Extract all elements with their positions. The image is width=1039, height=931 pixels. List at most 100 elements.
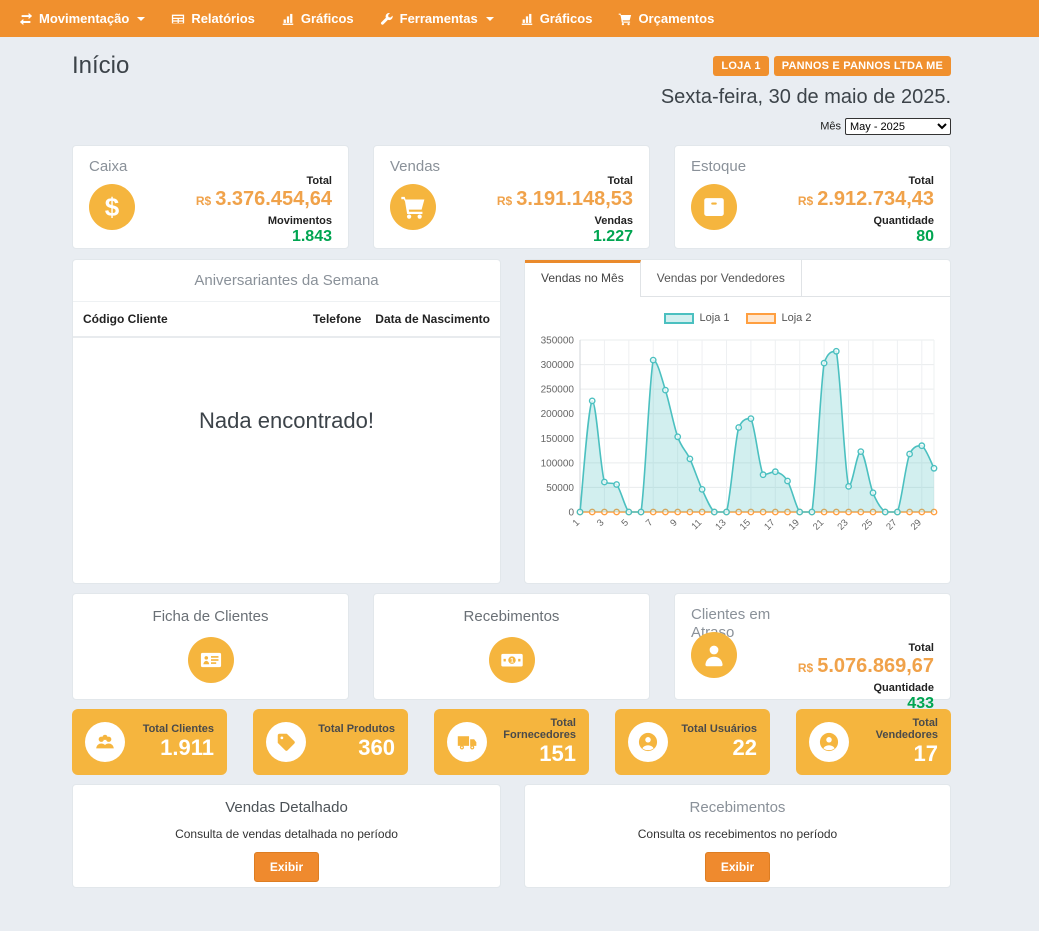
cart-icon: [618, 12, 632, 26]
legend-label: Loja 2: [782, 312, 812, 324]
svg-text:17: 17: [762, 517, 777, 532]
nav-item-graficos-2[interactable]: Gráficos: [507, 0, 606, 37]
nav-item-orcamentos[interactable]: Orçamentos: [605, 0, 727, 37]
svg-text:13: 13: [713, 517, 728, 532]
legend-swatch: [664, 313, 694, 324]
current-date: Sexta-feira, 30 de maio de 2025.: [72, 86, 951, 109]
legend-label: Loja 1: [700, 312, 730, 324]
total-clientes-stat: Total Clientes 1.911: [72, 709, 227, 775]
total-fornecedores-stat: Total Fornecedores 151: [434, 709, 589, 775]
stat-value: 17: [849, 741, 938, 766]
person-icon: [691, 632, 737, 678]
legend-swatch: [746, 313, 776, 324]
stat-label: Total Produtos: [306, 723, 395, 735]
truck-icon: [447, 722, 487, 762]
tag-icon: [266, 722, 306, 762]
chevron-down-icon: [486, 17, 494, 21]
nav-item-relatorios[interactable]: Relatórios: [158, 0, 268, 37]
bar-chart-icon: [281, 12, 295, 26]
card-title: Caixa: [89, 158, 332, 175]
nav-label: Movimentação: [39, 11, 129, 26]
page-title: Início: [72, 52, 129, 80]
stat-label: Total Fornecedores: [487, 717, 576, 741]
company-badge[interactable]: PANNOS E PANNOS LTDA ME: [774, 56, 951, 76]
user-circle-icon: [809, 722, 849, 762]
svg-text:29: 29: [908, 517, 923, 532]
nav-item-ferramentas[interactable]: Ferramentas: [367, 0, 507, 37]
count-value: 1.227: [390, 228, 633, 246]
card-title: Recebimentos: [525, 799, 950, 816]
chevron-down-icon: [137, 17, 145, 21]
svg-text:15: 15: [737, 517, 752, 532]
svg-text:23: 23: [835, 517, 850, 532]
money-bill-icon: 1: [489, 637, 535, 683]
user-circle-icon: [628, 722, 668, 762]
sales-chart-card: Vendas no Mês Vendas por Vendedores Loja…: [524, 259, 951, 584]
stat-value: 1.911: [125, 735, 214, 760]
vendas-card: Vendas Total R$3.191.148,53 Vendas 1.227: [373, 145, 650, 249]
total-produtos-stat: Total Produtos 360: [253, 709, 408, 775]
id-card-icon: [188, 637, 234, 683]
cart-icon: [390, 184, 436, 230]
card-title: Ficha de Clientes: [73, 608, 348, 625]
month-select[interactable]: May - 2025: [845, 118, 951, 135]
tab-vendas-por-vendedores[interactable]: Vendas por Vendedores: [641, 260, 802, 296]
store-badges: LOJA 1 PANNOS E PANNOS LTDA ME: [713, 56, 951, 76]
clientes-atraso-card: Clientes em Atraso Total R$5.076.869,67 …: [674, 593, 951, 700]
svg-text:21: 21: [811, 517, 826, 532]
total-label: Total: [691, 175, 934, 187]
recebimentos-card[interactable]: Recebimentos 1: [373, 593, 650, 700]
svg-text:19: 19: [786, 517, 801, 532]
legend-item-loja1[interactable]: Loja 1: [664, 312, 730, 324]
birthdays-title: Aniversariantes da Semana: [73, 260, 500, 302]
card-description: Consulta os recebimentos no período: [525, 827, 950, 841]
table-icon: [171, 12, 185, 26]
nav-label: Gráficos: [301, 11, 354, 26]
estoque-card: Estoque Total R$2.912.734,43 Quantidade …: [674, 145, 951, 249]
svg-text:50000: 50000: [546, 483, 574, 494]
exchange-icon: [19, 12, 33, 26]
svg-text:1: 1: [510, 658, 514, 665]
users-icon: [85, 722, 125, 762]
stat-value: 151: [487, 741, 576, 766]
nav-item-movimentacao[interactable]: Movimentação: [6, 0, 158, 37]
nav-label: Ferramentas: [400, 11, 478, 26]
stat-value: 360: [306, 735, 395, 760]
sales-line-chart: 0500001000001500002000002500003000003500…: [532, 326, 944, 566]
recebimentos-report-card: Recebimentos Consulta os recebimentos no…: [524, 784, 951, 888]
exibir-vendas-button[interactable]: Exibir: [254, 852, 319, 882]
store-badge[interactable]: LOJA 1: [713, 56, 768, 76]
svg-text:9: 9: [668, 517, 680, 529]
svg-text:5: 5: [619, 517, 631, 529]
legend-item-loja2[interactable]: Loja 2: [746, 312, 812, 324]
chart-tabs: Vendas no Mês Vendas por Vendedores: [525, 260, 950, 297]
top-navbar: Movimentação Relatórios Gráficos Ferrame…: [0, 0, 1039, 37]
svg-text:300000: 300000: [540, 360, 574, 371]
wrench-icon: [380, 12, 394, 26]
chart-legend: Loja 1 Loja 2: [525, 312, 950, 324]
nav-item-graficos-1[interactable]: Gráficos: [268, 0, 367, 37]
svg-text:11: 11: [689, 517, 704, 532]
birthdays-card: Aniversariantes da Semana Código Cliente…: [72, 259, 501, 584]
svg-text:1: 1: [570, 517, 582, 529]
total-usuarios-stat: Total Usuários 22: [615, 709, 770, 775]
count-label: Quantidade: [691, 682, 934, 694]
stat-label: Total Vendedores: [849, 717, 938, 741]
ficha-clientes-card[interactable]: Ficha de Clientes: [72, 593, 349, 700]
stat-label: Total Usuários: [668, 723, 757, 735]
vendas-detalhado-card: Vendas Detalhado Consulta de vendas deta…: [72, 784, 501, 888]
nav-label: Orçamentos: [638, 11, 714, 26]
card-description: Consulta de vendas detalhada no período: [73, 827, 500, 841]
svg-text:25: 25: [859, 517, 874, 532]
svg-text:27: 27: [884, 517, 899, 532]
total-label: Total: [390, 175, 633, 187]
count-value: 80: [691, 228, 934, 246]
empty-message: Nada encontrado!: [73, 408, 500, 434]
svg-text:7: 7: [643, 517, 655, 529]
column-header: Telefone: [313, 312, 361, 326]
exibir-recebimentos-button[interactable]: Exibir: [705, 852, 770, 882]
tab-vendas-no-mes[interactable]: Vendas no Mês: [525, 260, 641, 297]
column-header: Código Cliente: [83, 312, 313, 326]
stat-value: 22: [668, 735, 757, 760]
card-title: Recebimentos: [374, 608, 649, 625]
